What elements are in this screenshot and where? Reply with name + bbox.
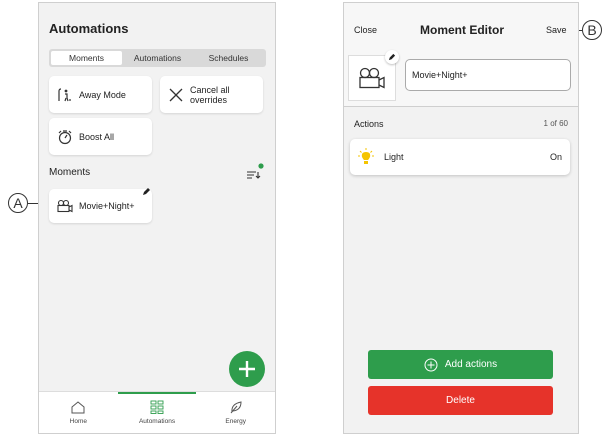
close-button[interactable]: Close xyxy=(354,25,377,35)
cancel-overrides-card[interactable]: Cancel all overrides xyxy=(160,76,263,113)
tab-moments[interactable]: Moments xyxy=(51,51,122,65)
callout-b-label: B xyxy=(587,22,597,38)
actions-label: Actions xyxy=(354,119,384,129)
add-moment-button[interactable] xyxy=(229,351,265,387)
moment-editor-screen: Moment Editor Close Save Movie+Night+ Ac… xyxy=(343,2,579,434)
action-item-light[interactable]: Light On xyxy=(350,139,570,175)
boost-all-card[interactable]: Boost All xyxy=(49,118,152,155)
bulb-icon xyxy=(358,148,374,166)
cancel-overrides-label: Cancel all overrides xyxy=(190,84,230,105)
camera-icon xyxy=(57,198,73,214)
actions-count: 1 of 60 xyxy=(543,119,568,128)
edit-pencil-icon[interactable] xyxy=(385,50,399,64)
camera-icon xyxy=(359,67,385,89)
callout-a-label: A xyxy=(13,195,23,211)
add-actions-button[interactable]: Add actions xyxy=(368,350,553,379)
home-icon xyxy=(71,400,85,413)
away-mode-icon xyxy=(57,87,73,103)
nav-energy-label: Energy xyxy=(225,418,246,425)
editor-title: Moment Editor xyxy=(420,23,504,37)
action-value: On xyxy=(549,152,562,162)
segmented-control: Moments Automations Schedules xyxy=(49,49,266,67)
moment-label: Movie+Night+ xyxy=(79,201,135,211)
nav-energy[interactable]: Energy xyxy=(196,392,275,433)
callout-b: B xyxy=(582,20,602,40)
save-button[interactable]: Save xyxy=(546,25,567,35)
nav-home-label: Home xyxy=(69,417,87,425)
moment-name-input[interactable]: Movie+Night+ xyxy=(405,59,571,91)
away-mode-card[interactable]: Away Mode xyxy=(49,76,152,113)
nav-automations-label: Automations xyxy=(138,418,176,425)
timer-icon xyxy=(57,129,73,145)
automations-screen: Automations Moments Automations Schedule… xyxy=(38,2,276,434)
sort-filter-icon[interactable] xyxy=(245,163,265,181)
moment-card[interactable]: Movie+Night+ xyxy=(49,187,152,223)
add-actions-label: Add actions xyxy=(444,359,498,370)
nav-home[interactable]: Home xyxy=(39,392,118,433)
grid-icon xyxy=(150,400,164,414)
nav-automations[interactable]: Automations xyxy=(117,392,197,433)
close-icon xyxy=(168,87,184,103)
bottom-nav: Home Automations Energy xyxy=(39,391,275,433)
moments-section-title: Moments xyxy=(49,167,91,178)
callout-a: A xyxy=(8,193,28,213)
tab-automations[interactable]: Automations xyxy=(122,51,193,65)
delete-button[interactable]: Delete xyxy=(368,386,553,415)
boost-all-label: Boost All xyxy=(79,131,115,142)
away-mode-label: Away Mode xyxy=(79,89,126,100)
leaf-icon xyxy=(230,401,242,414)
page-title: Automations xyxy=(49,21,129,36)
tab-schedules[interactable]: Schedules xyxy=(193,51,264,65)
moment-icon-picker[interactable] xyxy=(348,50,399,101)
plus-circle-icon xyxy=(424,358,438,371)
edit-pencil-icon[interactable] xyxy=(139,184,153,198)
action-label: Light xyxy=(384,152,404,162)
